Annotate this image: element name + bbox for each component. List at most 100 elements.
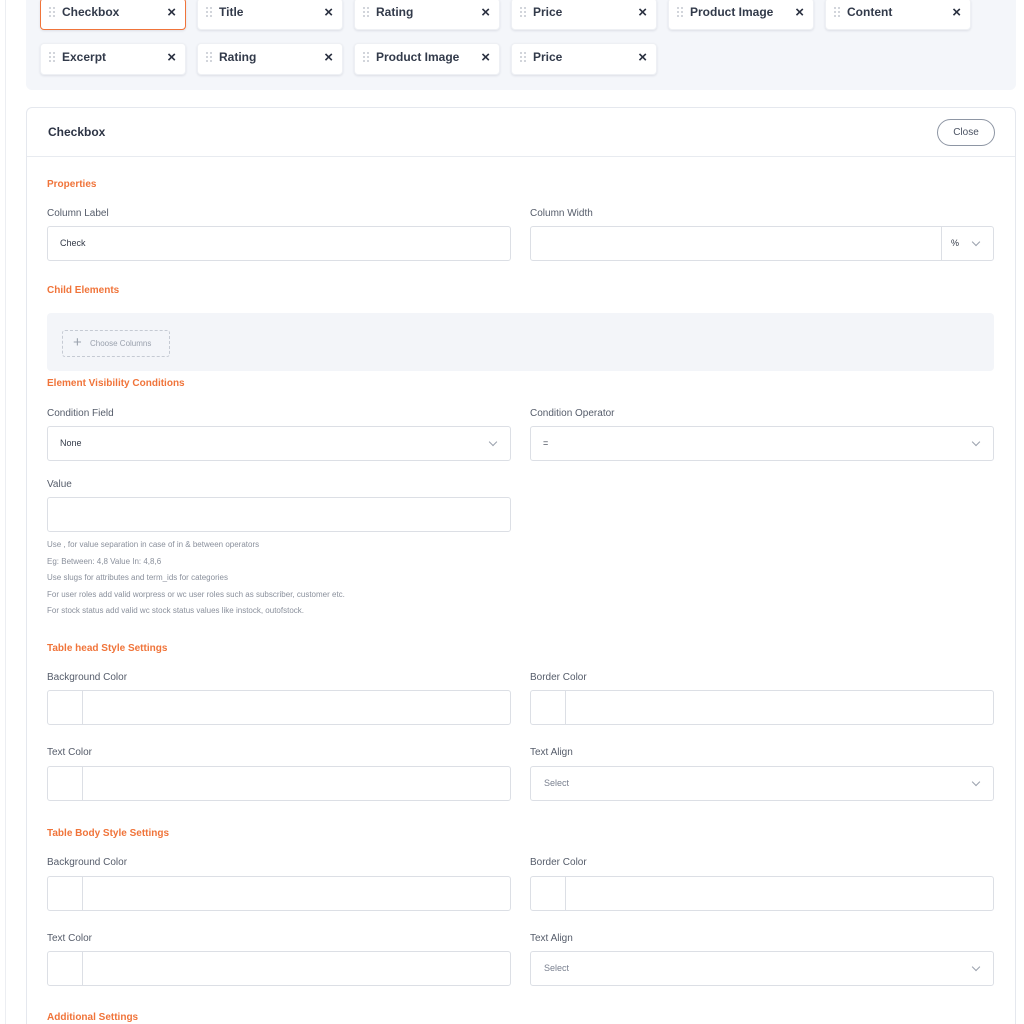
head-text-color-label: Text Color	[47, 747, 93, 758]
body-text-align-placeholder: Select	[544, 963, 570, 973]
close-icon[interactable]: ×	[952, 3, 961, 23]
column-label-value: Check	[60, 238, 86, 248]
column-chip-label: Product Image	[690, 5, 774, 19]
body-background-color-input[interactable]	[47, 876, 511, 911]
head-border-color-input[interactable]	[530, 690, 994, 725]
help-text: For stock status add valid wc stock stat…	[47, 606, 304, 615]
column-width-unit-select[interactable]: %	[951, 238, 959, 248]
drag-handle-icon[interactable]	[206, 52, 213, 64]
color-swatch[interactable]	[48, 877, 83, 910]
head-border-color-label: Border Color	[530, 672, 587, 683]
drag-handle-icon[interactable]	[49, 7, 56, 19]
condition-field-label: Condition Field	[47, 408, 114, 419]
choose-columns-label: Choose Columns	[90, 339, 152, 348]
condition-field-value: None	[60, 438, 82, 448]
drag-handle-icon[interactable]	[363, 52, 370, 64]
column-width-input[interactable]: %	[530, 226, 994, 261]
body-border-color-label: Border Color	[530, 857, 587, 868]
color-swatch[interactable]	[48, 952, 83, 985]
chevron-down-icon	[488, 437, 498, 447]
column-chip[interactable]: Rating ×	[354, 0, 500, 30]
close-icon[interactable]: ×	[795, 3, 804, 23]
close-button[interactable]: Close	[937, 119, 995, 146]
choose-columns-button[interactable]: + Choose Columns	[62, 330, 170, 357]
help-text: Use , for value separation in case of in…	[47, 540, 260, 549]
color-swatch[interactable]	[531, 691, 566, 724]
column-width-label: Column Width	[530, 208, 593, 219]
additional-settings-heading: Additional Settings	[47, 1012, 139, 1023]
help-text: Use slugs for attributes and term_ids fo…	[47, 573, 228, 582]
head-text-align-placeholder: Select	[544, 778, 570, 788]
body-text-color-input[interactable]	[47, 951, 511, 986]
column-chip[interactable]: Price ×	[511, 43, 657, 75]
column-label-input[interactable]: Check	[47, 226, 511, 261]
color-swatch[interactable]	[531, 877, 566, 910]
column-chip-label: Price	[533, 50, 563, 64]
visibility-heading: Element Visibility Conditions	[47, 378, 185, 389]
head-text-align-select[interactable]: Select	[530, 766, 994, 801]
close-icon[interactable]: ×	[638, 48, 647, 68]
close-icon[interactable]: ×	[167, 3, 176, 23]
properties-heading: Properties	[47, 179, 97, 190]
help-text: For user roles add valid worpress or wc …	[47, 590, 345, 599]
close-icon[interactable]: ×	[481, 48, 490, 68]
condition-operator-label: Condition Operator	[530, 408, 615, 419]
column-chip[interactable]: Product Image ×	[668, 0, 814, 30]
head-text-align-label: Text Align	[530, 747, 573, 758]
head-background-color-label: Background Color	[47, 672, 128, 683]
column-chip[interactable]: Product Image ×	[354, 43, 500, 75]
body-text-align-select[interactable]: Select	[530, 951, 994, 986]
chevron-down-icon	[971, 962, 981, 972]
column-chip[interactable]: Excerpt ×	[40, 43, 186, 75]
column-chip-label: Rating	[376, 5, 414, 19]
column-chip-label: Excerpt	[62, 50, 107, 64]
close-icon[interactable]: ×	[167, 48, 176, 68]
drag-handle-icon[interactable]	[363, 7, 370, 19]
close-icon[interactable]: ×	[481, 3, 490, 23]
panel-header: Checkbox Close	[27, 108, 1015, 157]
head-background-color-input[interactable]	[47, 690, 511, 725]
close-icon[interactable]: ×	[324, 3, 333, 23]
column-chip-label: Product Image	[376, 50, 460, 64]
drag-handle-icon[interactable]	[677, 7, 684, 19]
left-divider	[5, 0, 6, 1024]
body-style-heading: Table Body Style Settings	[47, 828, 170, 839]
value-input[interactable]	[47, 497, 511, 532]
column-chip[interactable]: Checkbox ×	[40, 0, 186, 30]
plus-icon: +	[73, 334, 82, 351]
color-swatch[interactable]	[48, 767, 83, 800]
close-icon[interactable]: ×	[324, 48, 333, 68]
condition-operator-select[interactable]: =	[530, 426, 994, 461]
chevron-down-icon	[971, 437, 981, 447]
drag-handle-icon[interactable]	[49, 52, 56, 64]
help-text: Eg: Between: 4,8 Value In: 4,8,6	[47, 557, 162, 566]
column-chip[interactable]: Title ×	[197, 0, 343, 30]
body-text-color-label: Text Color	[47, 933, 93, 944]
chevron-down-icon	[971, 777, 981, 787]
body-background-color-label: Background Color	[47, 857, 128, 868]
condition-operator-value: =	[543, 438, 549, 448]
column-chip[interactable]: Content ×	[825, 0, 971, 30]
condition-field-select[interactable]: None	[47, 426, 511, 461]
column-chip[interactable]: Rating ×	[197, 43, 343, 75]
drag-handle-icon[interactable]	[520, 52, 527, 64]
column-chip-label: Rating	[219, 50, 257, 64]
column-chip[interactable]: Price ×	[511, 0, 657, 30]
drag-handle-icon[interactable]	[834, 7, 841, 19]
child-elements-heading: Child Elements	[47, 285, 120, 296]
close-icon[interactable]: ×	[638, 3, 647, 23]
head-style-heading: Table head Style Settings	[47, 643, 168, 654]
drag-handle-icon[interactable]	[206, 7, 213, 19]
body-text-align-label: Text Align	[530, 933, 573, 944]
body-border-color-input[interactable]	[530, 876, 994, 911]
chevron-down-icon	[971, 237, 981, 247]
column-chip-label: Price	[533, 5, 563, 19]
column-chip-label: Checkbox	[62, 5, 120, 19]
panel-title: Checkbox	[48, 125, 106, 139]
color-swatch[interactable]	[48, 691, 83, 724]
child-elements-box: + Choose Columns	[47, 313, 994, 371]
head-text-color-input[interactable]	[47, 766, 511, 801]
value-label: Value	[47, 479, 72, 490]
drag-handle-icon[interactable]	[520, 7, 527, 19]
column-label-label: Column Label	[47, 208, 109, 219]
